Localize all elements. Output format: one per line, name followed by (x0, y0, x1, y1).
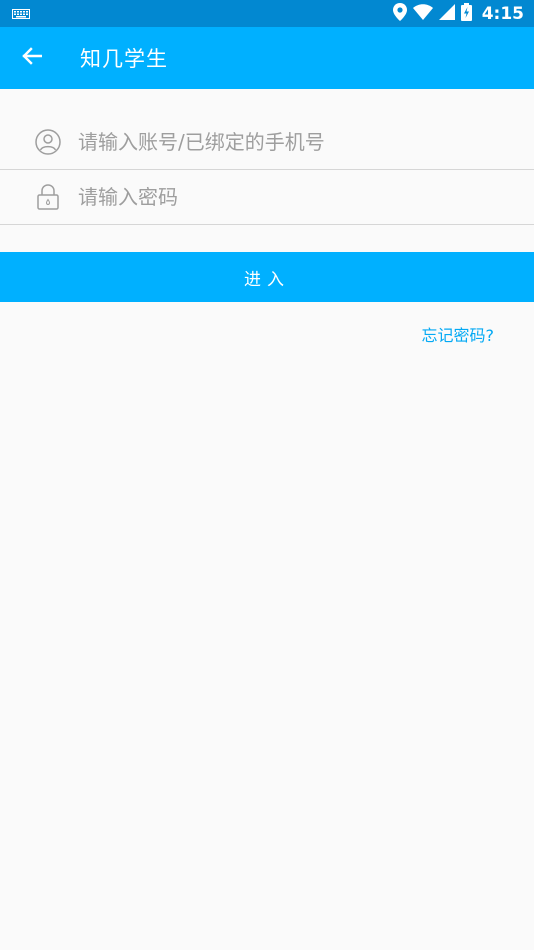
password-input[interactable] (78, 185, 498, 209)
signal-icon (438, 3, 455, 24)
forgot-password-link[interactable]: 忘记密码? (422, 322, 495, 346)
status-bar: 4:15 (0, 0, 534, 27)
keyboard-icon (12, 4, 30, 23)
arrow-left-icon (22, 46, 43, 70)
login-form (0, 115, 534, 225)
page-title: 知几学生 (80, 47, 168, 71)
account-input[interactable] (78, 130, 498, 154)
enter-button[interactable]: 进入 (0, 252, 534, 302)
account-row (0, 115, 534, 170)
status-time: 4:15 (481, 3, 524, 24)
wifi-icon (412, 3, 433, 24)
user-circle-icon (34, 128, 62, 156)
battery-charging-icon (460, 2, 472, 25)
app-bar: 知几学生 (0, 27, 534, 89)
location-icon (392, 2, 407, 25)
password-row (0, 170, 534, 225)
back-button[interactable] (2, 27, 62, 89)
lock-icon (34, 183, 62, 211)
